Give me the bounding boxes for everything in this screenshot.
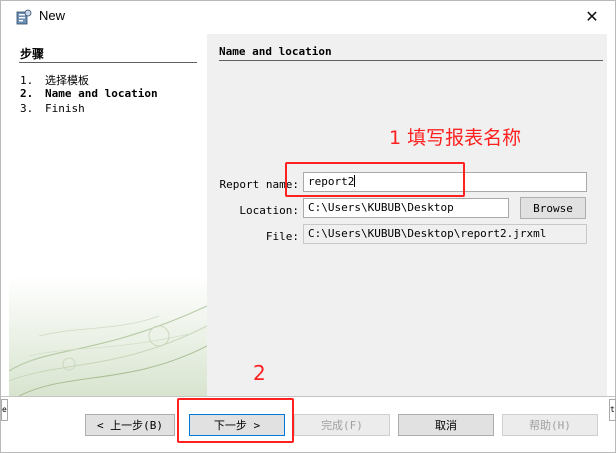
step-number: 3. — [20, 102, 34, 115]
background-window-edge-left: em — [1, 399, 8, 421]
annotation-box-next-button — [177, 398, 294, 443]
cancel-button[interactable]: 取消 — [398, 414, 494, 436]
annotation-step-2-text: 2 — [253, 361, 266, 385]
finish-button[interactable]: 完成(F) — [294, 414, 390, 436]
step-number: 1. — [20, 74, 34, 87]
background-window-edge-right: t — [609, 399, 616, 421]
step-number: 2. — [20, 87, 34, 100]
steps-header: 步骤 — [20, 47, 45, 61]
location-label: Location: — [239, 204, 299, 217]
window-title: New — [39, 8, 66, 23]
name-location-panel: Name and location Report name: report2 L… — [207, 34, 607, 396]
report-name-label: Report name: — [219, 178, 299, 191]
wizard-content: 步骤 1. 选择模板 2. Name and location 3. Finish — [9, 34, 607, 396]
close-button[interactable]: ✕ — [569, 1, 615, 32]
step-label: 选择模板 — [45, 74, 89, 87]
file-path-value: C:\Users\KUBUB\Desktop\report2.jrxml — [308, 227, 547, 240]
annotation-box-report-name — [285, 162, 465, 197]
close-icon: ✕ — [585, 7, 599, 26]
panel-title: Name and location — [219, 45, 332, 58]
title-bar[interactable]: New ✕ — [1, 1, 615, 32]
step-label: Name and location — [45, 87, 158, 100]
file-path-field: C:\Users\KUBUB\Desktop\report2.jrxml — [303, 224, 587, 244]
decorative-swirl-graphic — [9, 276, 207, 396]
annotation-step-1-text: 1 填写报表名称 — [389, 127, 522, 149]
button-bar-divider — [1, 396, 615, 397]
back-button[interactable]: < 上一步(B) — [85, 414, 175, 436]
app-icon — [16, 9, 32, 25]
step-item-finish: 3. Finish — [20, 102, 85, 115]
location-input[interactable]: C:\Users\KUBUB\Desktop — [303, 198, 509, 218]
location-value: C:\Users\KUBUB\Desktop — [308, 201, 454, 214]
steps-divider — [19, 62, 197, 63]
step-item-name-location: 2. Name and location — [20, 87, 158, 100]
step-item-choose-template: 1. 选择模板 — [20, 72, 89, 88]
browse-button[interactable]: Browse — [520, 197, 586, 219]
file-label: File: — [265, 230, 299, 243]
steps-pane: 步骤 1. 选择模板 2. Name and location 3. Finish — [9, 34, 207, 396]
help-button[interactable]: 帮助(H) — [502, 414, 598, 436]
new-report-dialog: New ✕ 步骤 1. 选择模板 2. Name and location 3. Fi… — [0, 0, 616, 453]
step-label: Finish — [45, 102, 85, 115]
panel-divider — [219, 60, 603, 61]
